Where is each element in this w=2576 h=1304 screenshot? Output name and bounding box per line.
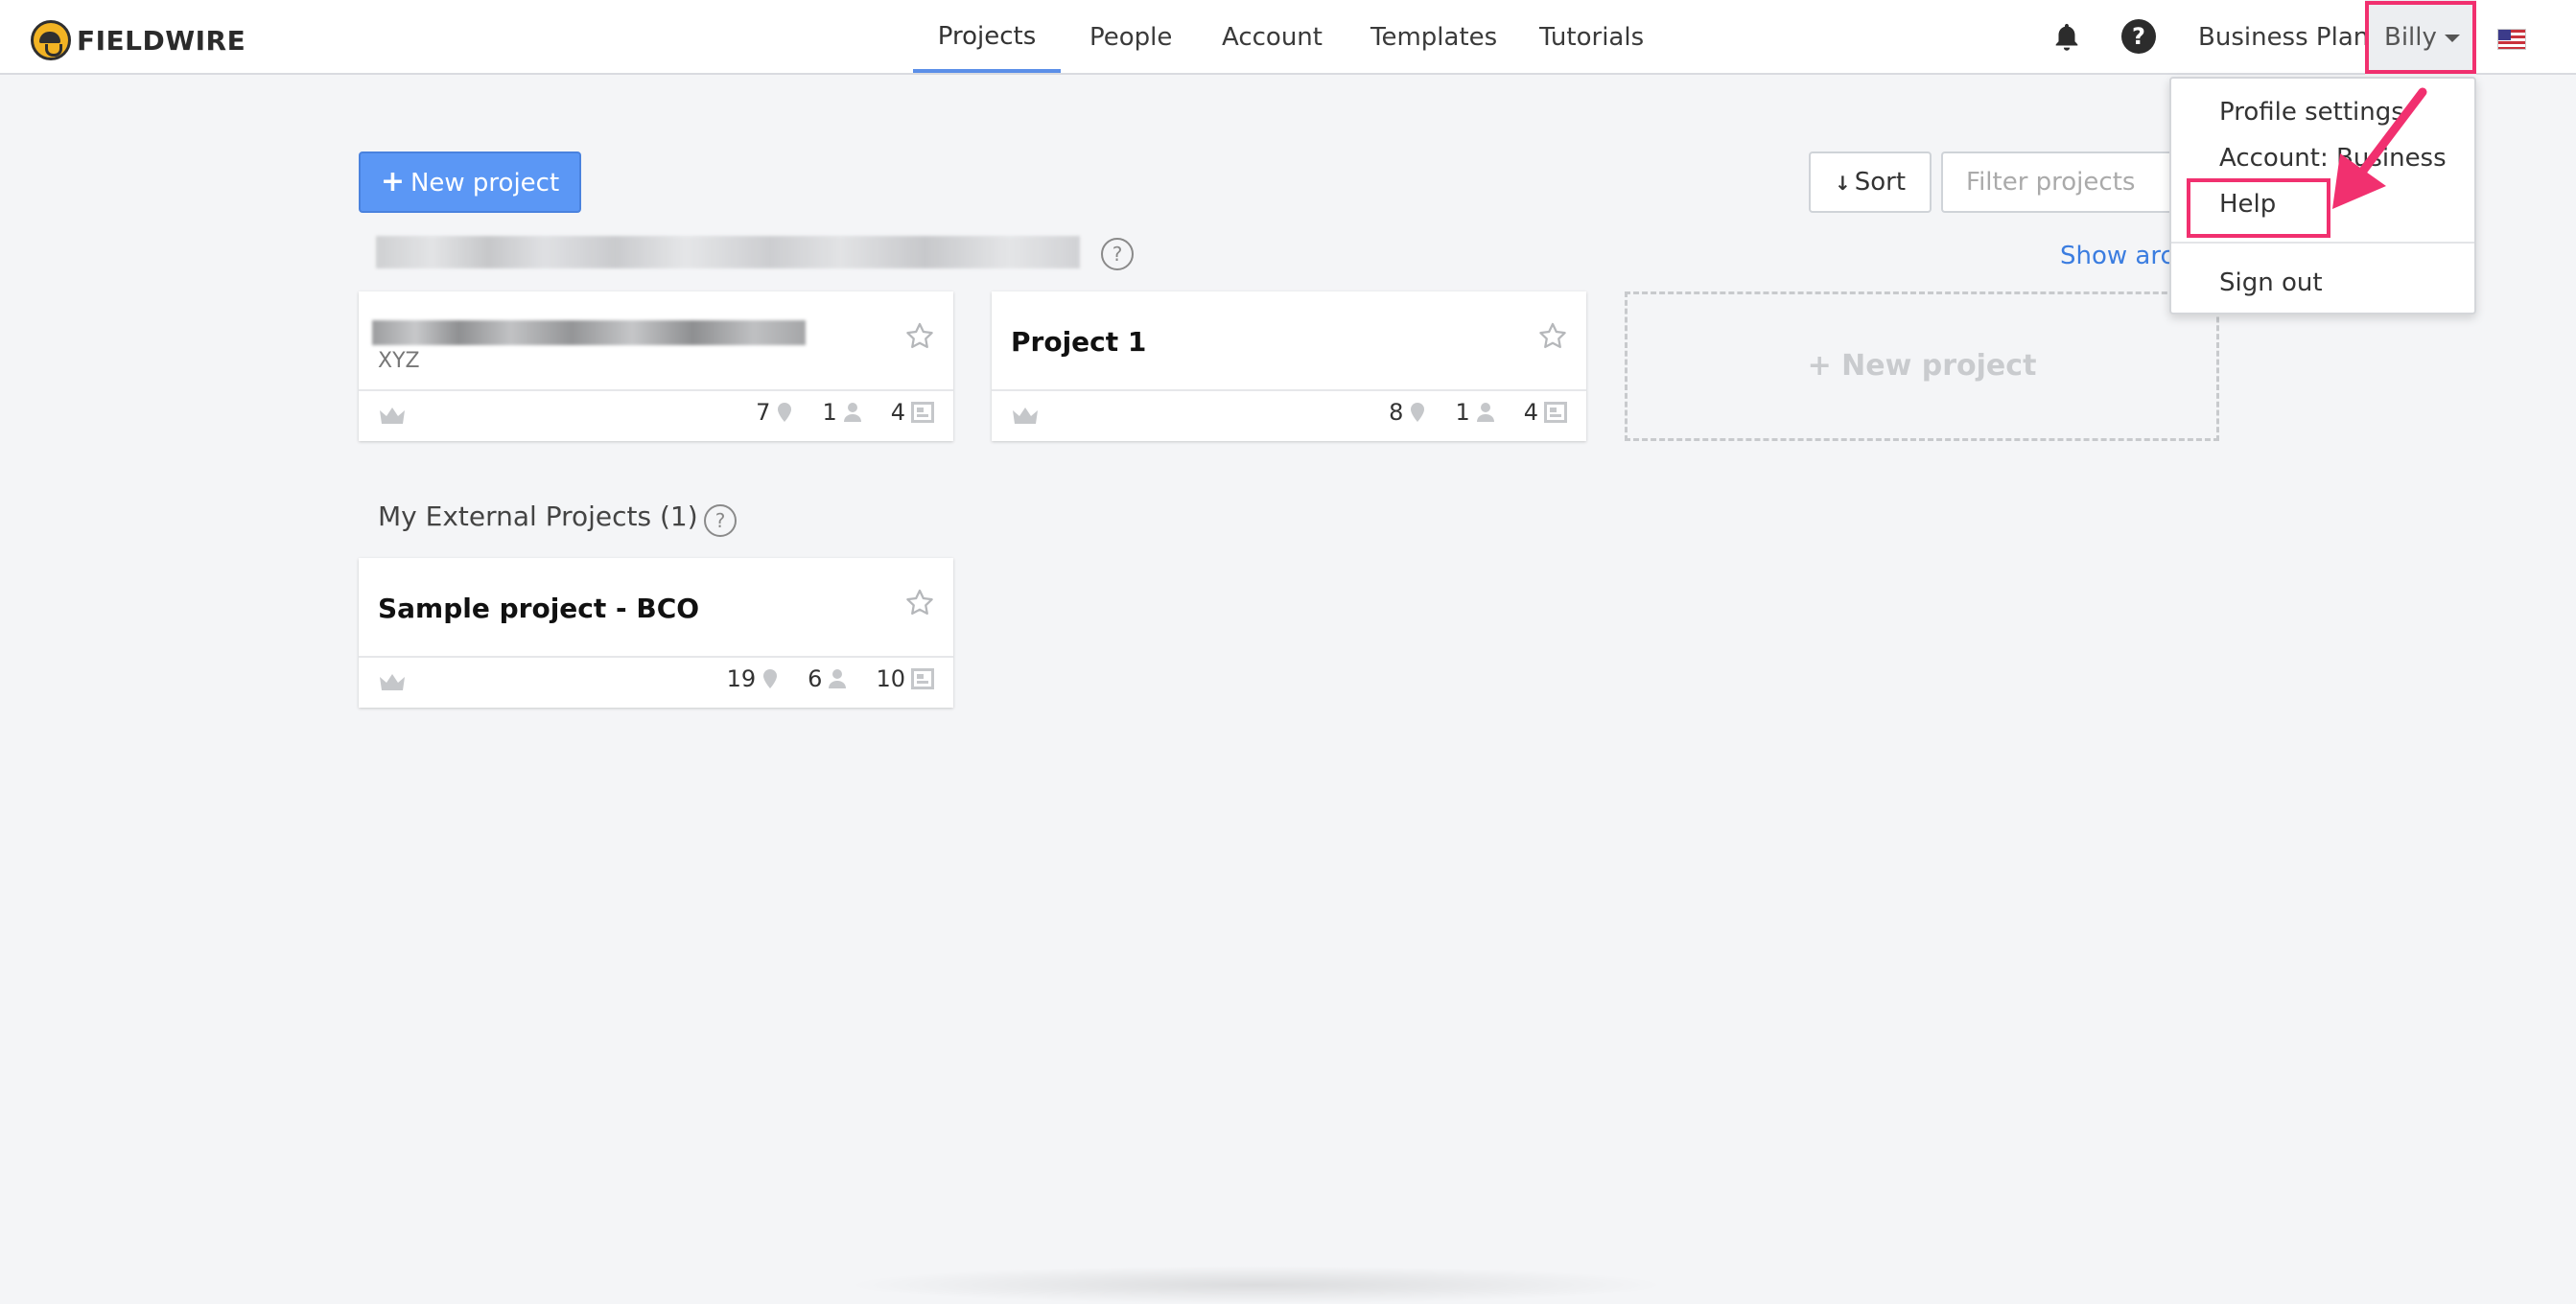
section-help-icon[interactable]: ?: [1101, 238, 1134, 270]
member-count: 1: [822, 399, 837, 426]
section-title-redacted: [376, 236, 1080, 268]
member-count: 1: [1455, 399, 1470, 426]
bell-icon[interactable]: [2050, 21, 2083, 54]
tab-templates[interactable]: Templates: [1370, 0, 1497, 73]
bottom-scroll-shadow: [844, 1266, 1669, 1304]
project-stats: 19 6 10: [698, 665, 934, 692]
us-flag-icon[interactable]: [2497, 29, 2526, 50]
task-count: 7: [756, 399, 771, 426]
crown-icon: [380, 674, 405, 690]
new-project-placeholder-card[interactable]: + New project: [1625, 291, 2219, 441]
project-name-redacted: [372, 320, 806, 345]
business-plan-link[interactable]: Business Plan: [2198, 0, 2369, 75]
star-icon[interactable]: [903, 587, 936, 619]
project-name: Project 1: [1011, 326, 1147, 358]
project-subtitle: XYZ: [378, 349, 420, 373]
new-project-button[interactable]: + New project: [359, 151, 581, 213]
filter-projects-input[interactable]: [1941, 151, 2171, 213]
person-icon: [1476, 403, 1494, 422]
task-count: 19: [726, 665, 757, 692]
member-count: 6: [808, 665, 823, 692]
sort-label: Sort: [1854, 168, 1907, 197]
annotation-arrow-icon: [2332, 87, 2427, 209]
project-card-header: Sample project - BCO: [359, 558, 953, 658]
tab-people[interactable]: People: [1089, 0, 1172, 73]
menu-divider: [2171, 242, 2474, 244]
task-count: 8: [1389, 399, 1404, 426]
plus-icon: +: [380, 165, 405, 198]
project-name: Sample project - BCO: [378, 593, 700, 624]
star-icon[interactable]: [903, 320, 936, 353]
tab-projects[interactable]: Projects: [913, 0, 1061, 73]
plan-count: 4: [890, 399, 905, 426]
project-stats: 7 1 4: [727, 399, 934, 426]
star-icon[interactable]: [1536, 320, 1569, 353]
menu-item-sign-out[interactable]: Sign out: [2219, 268, 2323, 297]
task-pin-icon: [778, 403, 792, 422]
task-pin-icon: [1411, 403, 1425, 422]
tab-tutorials[interactable]: Tutorials: [1539, 0, 1644, 73]
person-icon: [829, 669, 847, 688]
help-item-highlight: [2187, 178, 2330, 238]
floorplan-icon: [911, 402, 934, 423]
crown-icon: [380, 408, 405, 424]
top-navbar: FIELDWIRE Projects People Account Templa…: [0, 0, 2576, 75]
external-help-icon[interactable]: ?: [704, 504, 737, 537]
person-icon: [843, 403, 861, 422]
tab-account[interactable]: Account: [1222, 0, 1323, 73]
hardhat-logo-icon: [31, 20, 71, 60]
project-card[interactable]: Project 1 8 1 4: [992, 291, 1586, 441]
project-card[interactable]: Sample project - BCO 19 6 10: [359, 558, 953, 708]
new-project-label: New project: [410, 169, 560, 198]
help-icon[interactable]: ?: [2121, 19, 2156, 54]
floorplan-icon: [911, 668, 934, 689]
project-card-header: XYZ: [359, 291, 953, 391]
floorplan-icon: [1544, 402, 1567, 423]
sort-button[interactable]: ↓ Sort: [1809, 151, 1932, 213]
crown-icon: [1013, 408, 1038, 424]
external-projects-title: My External Projects (1): [378, 501, 698, 532]
task-pin-icon: [763, 669, 778, 688]
plan-count: 10: [876, 665, 905, 692]
brand-name: FIELDWIRE: [77, 24, 246, 57]
fieldwire-logo[interactable]: FIELDWIRE: [31, 19, 246, 61]
sort-icon: ↓: [1834, 172, 1851, 195]
project-card-header: Project 1: [992, 291, 1586, 391]
project-stats: 8 1 4: [1360, 399, 1567, 426]
project-card[interactable]: XYZ 7 1 4: [359, 291, 953, 441]
plan-count: 4: [1523, 399, 1538, 426]
user-button-highlight: [2365, 1, 2476, 74]
